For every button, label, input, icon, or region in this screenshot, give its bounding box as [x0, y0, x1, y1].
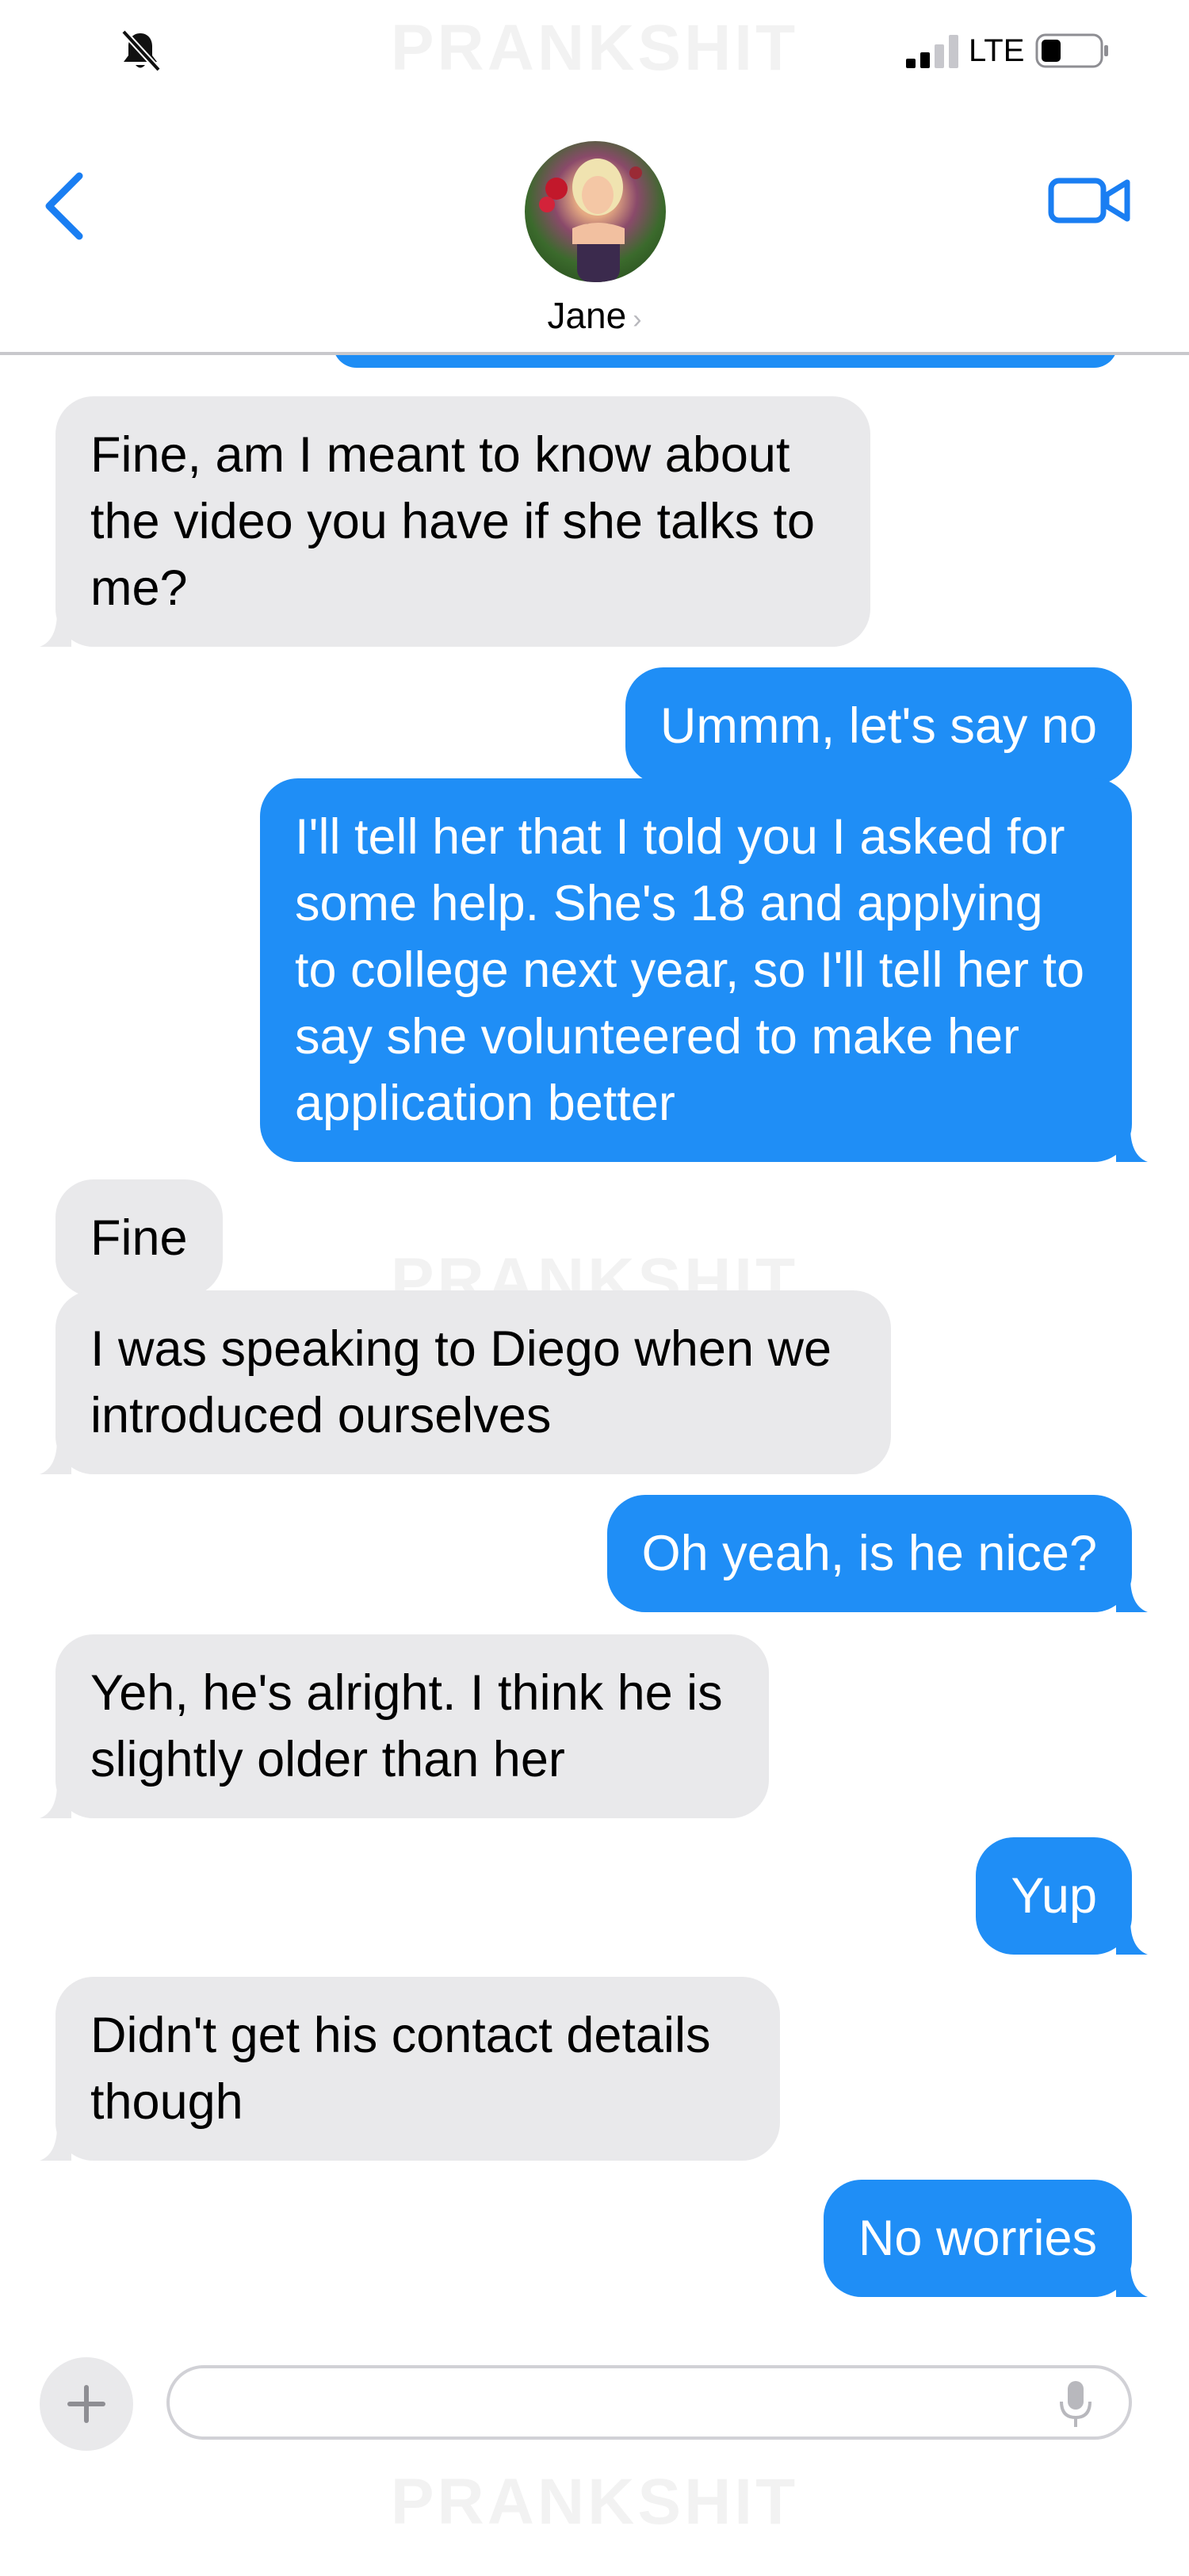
- message-input[interactable]: [166, 2365, 1132, 2440]
- contact-name[interactable]: Jane: [547, 295, 626, 336]
- message-bubble-incoming[interactable]: Fine, am I meant to know about the video…: [40, 396, 870, 647]
- message-bubble-incoming[interactable]: I was speaking to Diego when we introduc…: [40, 1290, 891, 1474]
- message-text: Didn't get his contact details though: [90, 2008, 711, 2130]
- message-bubble-outgoing[interactable]: No worries: [823, 2180, 1148, 2297]
- back-chevron-icon[interactable]: [32, 166, 103, 246]
- video-camera-icon[interactable]: [1046, 165, 1134, 236]
- plus-button[interactable]: [40, 2357, 133, 2451]
- plus-icon: [67, 2385, 105, 2423]
- message-text: Fine: [90, 1210, 188, 1266]
- status-bar: LTE PRANKSHIT: [0, 0, 1189, 103]
- microphone-icon[interactable]: [1057, 2379, 1095, 2430]
- message-bubble-outgoing[interactable]: I'll tell her that I told you I asked fo…: [260, 778, 1148, 1162]
- message-bubble-incoming[interactable]: Didn't get his contact details though: [40, 1977, 780, 2161]
- message-text: Oh yeah, is he nice?: [641, 1526, 1097, 1581]
- bubble-tail: [40, 612, 71, 647]
- message-text: Fine, am I meant to know about the video…: [90, 427, 816, 616]
- bubble-tail: [1116, 1127, 1148, 1162]
- message-text: I was speaking to Diego when we introduc…: [90, 1321, 832, 1443]
- avatar[interactable]: [525, 141, 666, 282]
- watermark: PRANKSHIT: [390, 2466, 799, 2538]
- bubble-tail: [40, 1783, 71, 1818]
- bubble-tail: [1116, 2262, 1148, 2297]
- contact-title[interactable]: Jane ›: [0, 293, 1189, 338]
- conversation-header: Jane ›: [0, 103, 1189, 368]
- message-text: Ummm, let's say no: [659, 698, 1097, 754]
- message-thread: PRANKSHIT Fine, am I meant to know about…: [0, 355, 1189, 2337]
- bubble-tail: [1116, 1920, 1148, 1955]
- message-bubble-incoming[interactable]: Fine: [55, 1179, 223, 1297]
- message-composer: [0, 2338, 1189, 2451]
- message-bubble-outgoing[interactable]: Yup: [976, 1837, 1148, 1955]
- bubble-tail: [40, 1439, 71, 1474]
- message-bubble-outgoing[interactable]: Ummm, let's say no: [625, 667, 1132, 785]
- message-text: Yeh, he's alright. I think he is slightl…: [90, 1665, 723, 1787]
- message-text: I'll tell her that I told you I asked fo…: [295, 809, 1085, 1131]
- message-text: No worries: [858, 2211, 1097, 2266]
- bubble-tail: [40, 2126, 71, 2161]
- bubble-tail: [1116, 1577, 1148, 1612]
- message-text: Yup: [1011, 1868, 1097, 1924]
- message-bubble-outgoing[interactable]: Oh yeah, is he nice?: [606, 1495, 1148, 1612]
- contact-chevron-icon: ›: [633, 304, 642, 334]
- message-bubble-incoming[interactable]: Yeh, he's alright. I think he is slightl…: [40, 1634, 769, 1818]
- watermark: PRANKSHIT: [390, 12, 799, 84]
